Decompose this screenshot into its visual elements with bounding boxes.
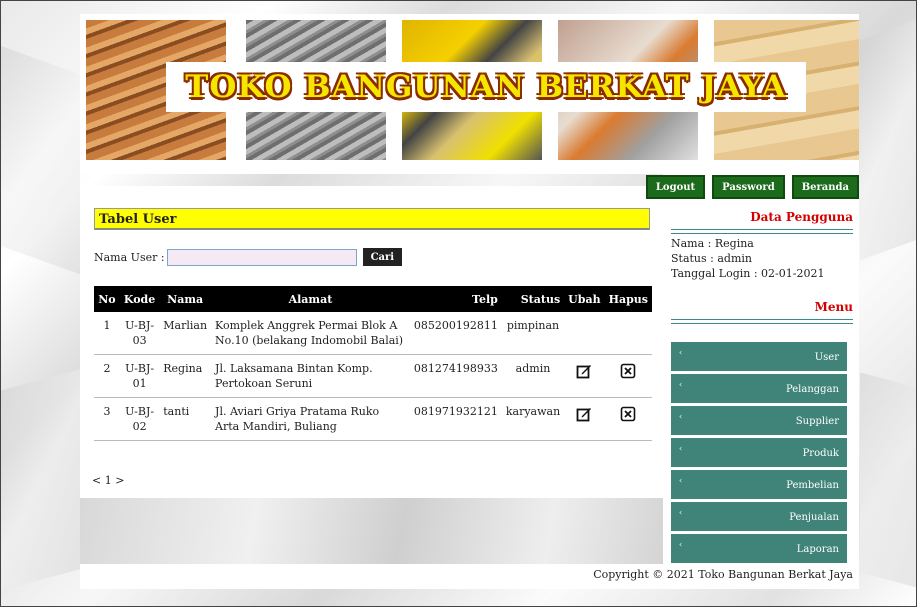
- divider: [671, 229, 853, 234]
- cell-ubah: [564, 397, 605, 441]
- search-button[interactable]: Cari: [362, 248, 403, 266]
- footer: Copyright © 2021 Toko Bangunan Berkat Ja…: [80, 564, 859, 589]
- sidebar-item-label: Penjualan: [789, 512, 839, 523]
- pagination[interactable]: < 1 >: [92, 474, 124, 487]
- col-kode: Kode: [119, 286, 160, 312]
- sidebar-item-penjualan[interactable]: ‹ Penjualan: [671, 502, 847, 531]
- logout-button[interactable]: Logout: [645, 175, 706, 199]
- cell-status: pimpinan: [501, 312, 565, 355]
- search-input[interactable]: [166, 248, 357, 266]
- section-title: Tabel User: [94, 208, 650, 230]
- sidebar-item-produk[interactable]: ‹ Produk: [671, 438, 847, 467]
- search-bar: Nama User : Cari: [94, 248, 403, 266]
- sidebar-item-label: Pembelian: [786, 480, 839, 491]
- nav-buttons: Logout Password Beranda: [645, 175, 859, 199]
- cell-hapus: [604, 312, 652, 355]
- col-nama: Nama: [159, 286, 212, 312]
- col-status: Status: [501, 286, 565, 312]
- sidebar-item-supplier[interactable]: ‹ Supplier: [671, 406, 847, 435]
- col-alamat: Alamat: [211, 286, 410, 312]
- cell-kode: U-BJ-01: [119, 354, 160, 398]
- main-content: Tabel User Nama User : Cari No Kode Nama…: [80, 186, 663, 498]
- sidebar-item-label: Pelanggan: [785, 384, 839, 395]
- sidebar-item-pelanggan[interactable]: ‹ Pelanggan: [671, 374, 847, 403]
- cell-hapus: [604, 397, 652, 441]
- edit-icon[interactable]: [576, 363, 592, 379]
- site-title: TOKO BANGUNAN BERKAT JAYA: [166, 62, 806, 112]
- caret-left-icon: ‹: [679, 476, 683, 485]
- table-row: 2 U-BJ-01 Regina Jl. Laksamana Bintan Ko…: [94, 354, 652, 398]
- cell-ubah: [564, 312, 605, 355]
- table-row: 3 U-BJ-02 tanti Jl. Aviari Griya Pratama…: [94, 397, 652, 441]
- user-status: Status : admin: [671, 252, 752, 265]
- col-hapus: Hapus: [604, 286, 652, 312]
- user-info: Nama : Regina Status : admin Tanggal Log…: [671, 236, 824, 281]
- col-telp: Telp: [409, 286, 502, 312]
- sidebar-item-label: Supplier: [795, 416, 839, 427]
- sidebar-menu: ‹ User ‹ Pelanggan ‹ Supplier ‹ Produk ‹ Pemb…: [671, 342, 847, 566]
- cell-alamat: Jl. Laksamana Bintan Komp. Pertokoan Ser…: [211, 354, 410, 398]
- cell-kode: U-BJ-03: [119, 312, 160, 355]
- cell-no: 3: [94, 397, 120, 441]
- sidebar-item-laporan[interactable]: ‹ Laporan: [671, 534, 847, 563]
- cell-status: admin: [501, 354, 565, 398]
- edit-icon[interactable]: [576, 406, 592, 422]
- table-header: No Kode Nama Alamat Telp Status Ubah Hap…: [94, 286, 652, 312]
- caret-left-icon: ‹: [679, 508, 683, 517]
- col-no: No: [94, 286, 120, 312]
- sidebar-item-label: Produk: [802, 448, 839, 459]
- decorative-band: [80, 498, 663, 564]
- user-data-title: Data Pengguna: [750, 210, 853, 224]
- cell-ubah: [564, 354, 605, 398]
- cell-alamat: Jl. Aviari Griya Pratama Ruko Arta Mandi…: [211, 397, 410, 441]
- cell-nama: Regina: [159, 354, 212, 398]
- caret-left-icon: ‹: [679, 380, 683, 389]
- caret-left-icon: ‹: [679, 540, 683, 549]
- login-date: Tanggal Login : 02-01-2021: [671, 267, 825, 280]
- user-name: Nama : Regina: [671, 237, 754, 250]
- copyright-text: Copyright © 2021 Toko Bangunan Berkat Ja…: [593, 568, 853, 581]
- cell-telp: 085200192811: [409, 312, 502, 355]
- delete-icon[interactable]: [620, 406, 636, 422]
- caret-left-icon: ‹: [679, 348, 683, 357]
- col-ubah: Ubah: [564, 286, 605, 312]
- divider: [671, 319, 853, 324]
- cell-alamat: Komplek Anggrek Permai Blok A No.10 (bel…: [211, 312, 410, 355]
- page-container: TOKO BANGUNAN BERKAT JAYA Tabel User Nam…: [80, 14, 859, 589]
- menu-title: Menu: [814, 300, 853, 314]
- password-button[interactable]: Password: [712, 175, 785, 199]
- sidebar: Logout Password Beranda Data Pengguna Na…: [645, 174, 859, 566]
- cell-telp: 081971932121: [409, 397, 502, 441]
- sidebar-item-user[interactable]: ‹ User: [671, 342, 847, 371]
- beranda-button[interactable]: Beranda: [791, 175, 859, 199]
- cell-nama: tanti: [159, 397, 212, 441]
- cell-hapus: [604, 354, 652, 398]
- delete-icon[interactable]: [620, 363, 636, 379]
- cell-telp: 081274198933: [409, 354, 502, 398]
- user-table: No Kode Nama Alamat Telp Status Ubah Hap…: [94, 286, 652, 441]
- sidebar-item-label: Laporan: [796, 544, 839, 555]
- table-row: 1 U-BJ-03 Marlian Komplek Anggrek Permai…: [94, 312, 652, 355]
- cell-kode: U-BJ-02: [119, 397, 160, 441]
- cell-nama: Marlian: [159, 312, 212, 355]
- caret-left-icon: ‹: [679, 412, 683, 421]
- search-label: Nama User :: [94, 250, 165, 264]
- caret-left-icon: ‹: [679, 444, 683, 453]
- sidebar-item-label: User: [814, 352, 839, 363]
- sidebar-item-pembelian[interactable]: ‹ Pembelian: [671, 470, 847, 499]
- cell-status: karyawan: [501, 397, 565, 441]
- cell-no: 2: [94, 354, 120, 398]
- header-banner: TOKO BANGUNAN BERKAT JAYA: [80, 14, 859, 174]
- cell-no: 1: [94, 312, 120, 355]
